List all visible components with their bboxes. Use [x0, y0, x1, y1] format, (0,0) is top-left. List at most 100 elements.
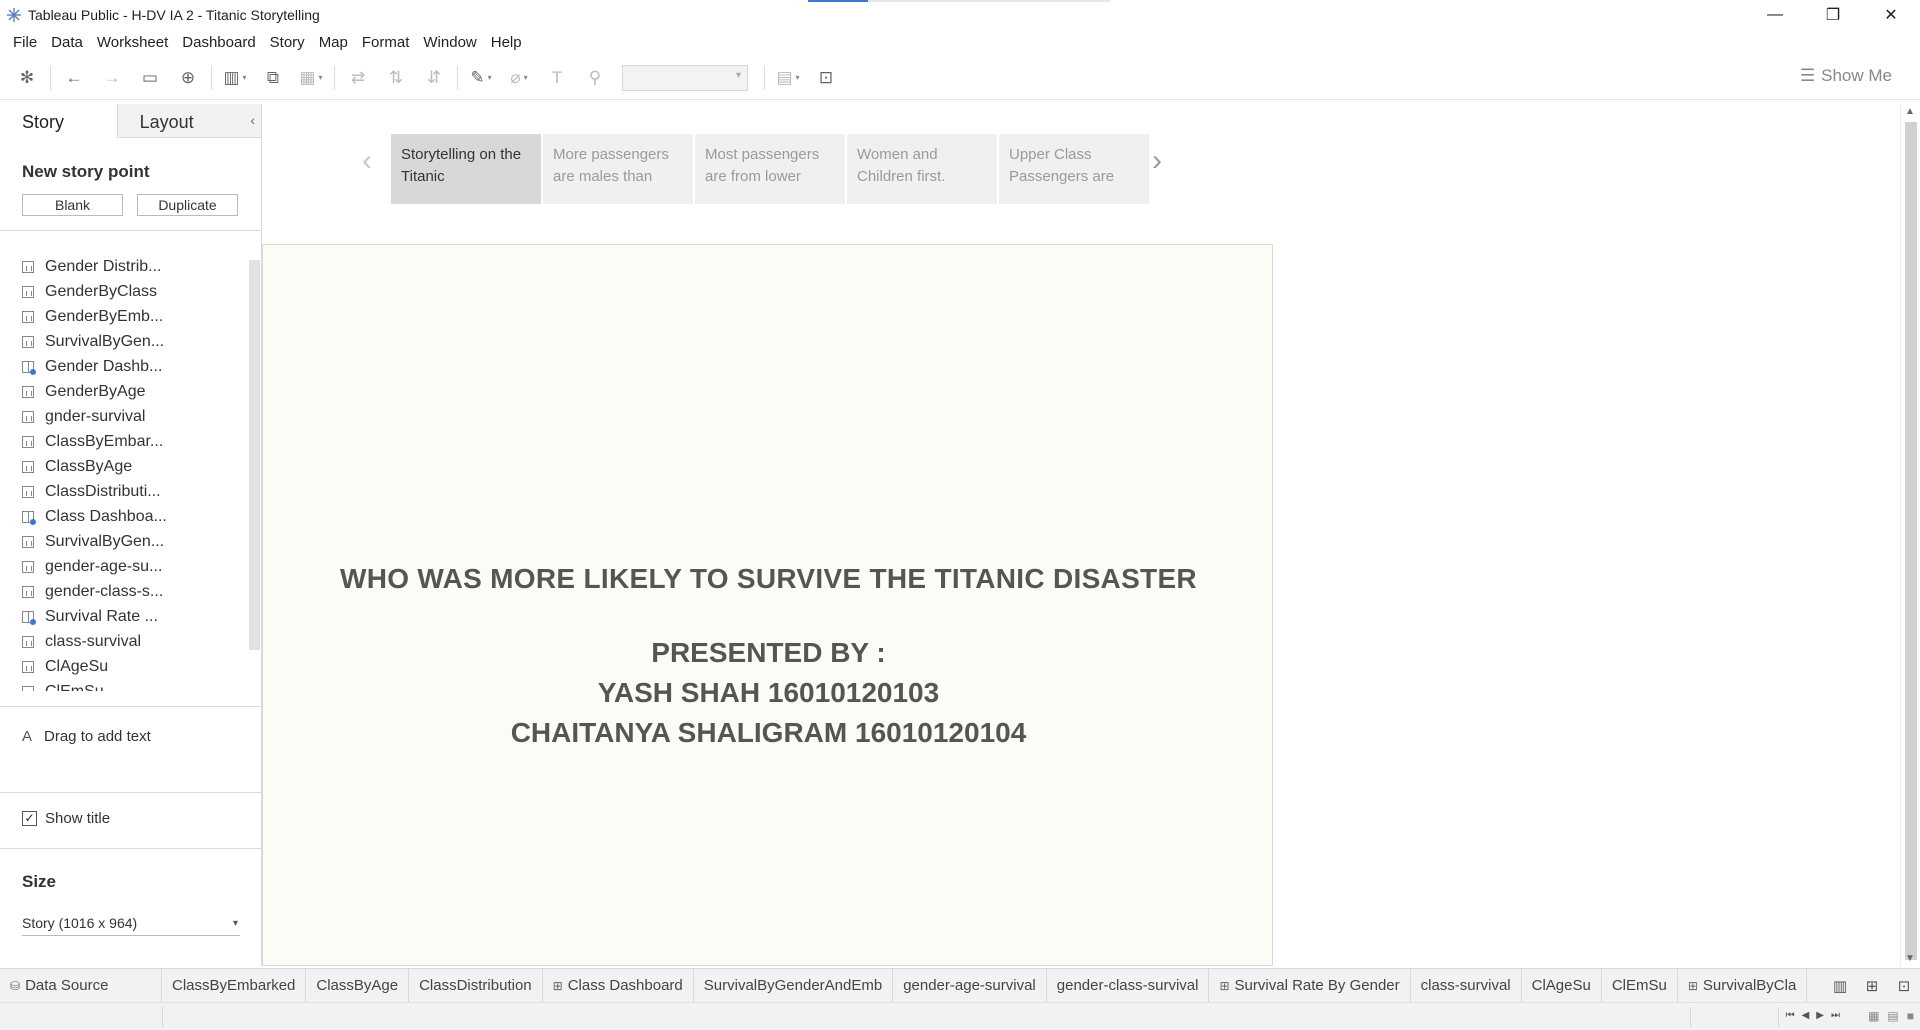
sheet-list-item[interactable]: ClassByEmbar... — [0, 429, 262, 454]
sheet-list-item[interactable]: GenderByClass — [0, 279, 262, 304]
sheet-list-item[interactable]: ClEmSu — [0, 679, 262, 691]
sheet-tab[interactable]: ClassByAge — [306, 969, 410, 1002]
sheet-list-item[interactable]: class-survival — [0, 629, 262, 654]
story-point-1[interactable]: Storytelling on the Titanic — [391, 134, 541, 204]
dashboard-list-item[interactable]: Class Dashboa... — [0, 504, 262, 529]
redo-icon[interactable]: → — [93, 63, 131, 93]
worksheet-icon — [22, 535, 34, 548]
highlight-icon[interactable]: ✎ ▾ — [462, 63, 500, 93]
story-vertical-scrollbar[interactable]: ▲ ▼ — [1900, 104, 1920, 966]
menu-dashboard[interactable]: Dashboard — [175, 34, 262, 51]
drag-to-add-text[interactable]: A Drag to add text — [22, 728, 151, 745]
story-point-4[interactable]: Women and Children first. — [847, 134, 997, 204]
sheet-list-item[interactable]: GenderByEmb... — [0, 304, 262, 329]
sheet-list-item[interactable]: ClassByAge — [0, 454, 262, 479]
sheet-tab[interactable]: ⊞ Class Dashboard — [543, 969, 694, 1002]
tab-layout[interactable]: Layout ‹ — [117, 104, 261, 138]
scrollbar-thumb[interactable] — [1905, 122, 1917, 960]
close-button[interactable]: ✕ — [1862, 0, 1920, 30]
swap-rows-columns-icon[interactable]: ⇄ — [339, 63, 377, 93]
sheet-list-scrollbar[interactable] — [249, 260, 260, 650]
next-story-point-icon[interactable]: › — [1152, 144, 1162, 178]
menu-map[interactable]: Map — [312, 34, 355, 51]
duplicate-sheet-icon[interactable]: ⧉ — [254, 63, 292, 93]
sheet-list-item[interactable]: gnder-survival — [0, 404, 262, 429]
sheet-tab[interactable]: ⛁ Data Source — [0, 969, 162, 1002]
new-worksheet-icon[interactable]: ▥ ▾ — [216, 63, 254, 93]
sheet-list-item[interactable]: SurvivalByGen... — [0, 529, 262, 554]
collapse-pane-icon[interactable]: ‹ — [250, 112, 255, 128]
sheet-list-item[interactable]: ClassDistributi... — [0, 479, 262, 504]
show-cards-icon[interactable]: ▤ ▾ — [769, 63, 807, 93]
previous-story-point-icon[interactable]: ‹ — [362, 144, 372, 178]
tableau-home-icon[interactable]: ✻ — [8, 63, 46, 93]
last-sheet-icon[interactable]: ⏭ — [1831, 1010, 1840, 1021]
previous-sheet-icon[interactable]: ◀ — [1802, 1010, 1810, 1021]
menu-worksheet[interactable]: Worksheet — [90, 34, 175, 51]
dashboard-list-item[interactable]: Survival Rate ... — [0, 604, 262, 629]
blank-button[interactable]: Blank — [22, 194, 123, 216]
sheet-tab[interactable]: SurvivalByGenderAndEmb — [694, 969, 894, 1002]
menu-story[interactable]: Story — [263, 34, 312, 51]
sheet-tab[interactable]: ⊞ SurvivalByCla — [1678, 969, 1808, 1002]
story-canvas[interactable]: WHO WAS MORE LIKELY TO SURVIVE THE TITAN… — [262, 244, 1273, 966]
dashboard-list-item[interactable]: Gender Dashb... — [0, 354, 262, 379]
menu-window[interactable]: Window — [416, 34, 483, 51]
sheet-list-item[interactable]: gender-age-su... — [0, 554, 262, 579]
dashboard-icon — [22, 360, 36, 375]
new-worksheet-tab-icon[interactable]: ▥ — [1824, 977, 1856, 995]
sheet-tab-label: Class Dashboard — [567, 977, 683, 994]
sort-ascending-icon[interactable]: ⇅ — [377, 63, 415, 93]
sheet-tab[interactable]: ClassByEmbarked — [162, 969, 307, 1002]
minimize-button[interactable]: — — [1746, 0, 1804, 30]
sheet-list-item[interactable]: SurvivalByGen... — [0, 329, 262, 354]
sheet-sorter-icon[interactable]: ▦ — [1868, 1009, 1879, 1023]
sheet-tab[interactable]: ClassDistribution — [409, 969, 543, 1002]
new-data-source-icon[interactable]: ⊕ — [169, 63, 207, 93]
sheet-list-item[interactable]: ClAgeSu — [0, 654, 262, 679]
new-story-tab-icon[interactable]: ⊡ — [1888, 977, 1920, 995]
tab-story[interactable]: Story — [0, 104, 118, 138]
show-title-checkbox[interactable]: ✓ — [22, 811, 37, 826]
pin-icon[interactable]: ⚲ — [576, 63, 614, 93]
new-dashboard-tab-icon[interactable]: ⊞ — [1856, 977, 1888, 995]
first-sheet-icon[interactable]: ⏮ — [1786, 1010, 1795, 1021]
fit-select[interactable] — [622, 64, 748, 91]
filmstrip-icon[interactable]: ▤ — [1887, 1009, 1898, 1023]
story-point-2[interactable]: More passengers are males than — [543, 134, 693, 204]
scroll-up-icon[interactable]: ▲ — [1905, 106, 1915, 117]
story-point-3[interactable]: Most passengers are from lower — [695, 134, 845, 204]
restore-button[interactable]: ❐ — [1804, 0, 1862, 30]
sheet-tab[interactable]: ClEmSu — [1602, 969, 1678, 1002]
sheet-list-item[interactable]: gender-class-s... — [0, 579, 262, 604]
save-icon[interactable]: ▭ — [131, 63, 169, 93]
worksheet-icon — [22, 310, 34, 323]
presentation-mode-icon[interactable]: ⊡ — [807, 63, 845, 93]
menu-file[interactable]: File — [6, 34, 44, 51]
menu-format[interactable]: Format — [355, 34, 417, 51]
show-title-toggle[interactable]: ✓ Show title — [22, 810, 110, 827]
sheet-tab[interactable]: ⊞ Survival Rate By Gender — [1209, 969, 1411, 1002]
group-icon[interactable]: ⌀ ▾ — [500, 63, 538, 93]
sheet-tab[interactable]: gender-age-survival — [893, 969, 1047, 1002]
sheet-tab[interactable]: gender-class-survival — [1047, 969, 1210, 1002]
dashboard-icon: ⊞ — [552, 978, 563, 993]
duplicate-button[interactable]: Duplicate — [137, 194, 238, 216]
size-select[interactable]: Story (1016 x 964) ▾ — [22, 912, 240, 936]
show-me-button[interactable]: ☰ Show Me — [1800, 66, 1892, 86]
labels-icon[interactable]: T — [538, 63, 576, 93]
sheet-list-item[interactable]: Gender Distrib... — [0, 254, 262, 279]
story-point-5[interactable]: Upper Class Passengers are — [999, 134, 1149, 204]
sort-descending-icon[interactable]: ⇵ — [415, 63, 453, 93]
menu-data[interactable]: Data — [44, 34, 90, 51]
undo-icon[interactable]: ← — [55, 63, 93, 93]
clear-sheet-icon[interactable]: ▦ ▾ — [292, 63, 330, 93]
sheet-list-item-label: ClassByAge — [45, 457, 133, 475]
next-sheet-icon[interactable]: ▶ — [1816, 1010, 1824, 1021]
scroll-down-icon[interactable]: ▼ — [1905, 953, 1915, 964]
tabs-view-icon[interactable]: ■ — [1907, 1009, 1914, 1023]
sheet-tab[interactable]: ClAgeSu — [1522, 969, 1602, 1002]
menu-help[interactable]: Help — [484, 34, 529, 51]
sheet-list-item[interactable]: GenderByAge — [0, 379, 262, 404]
sheet-tab[interactable]: class-survival — [1411, 969, 1522, 1002]
